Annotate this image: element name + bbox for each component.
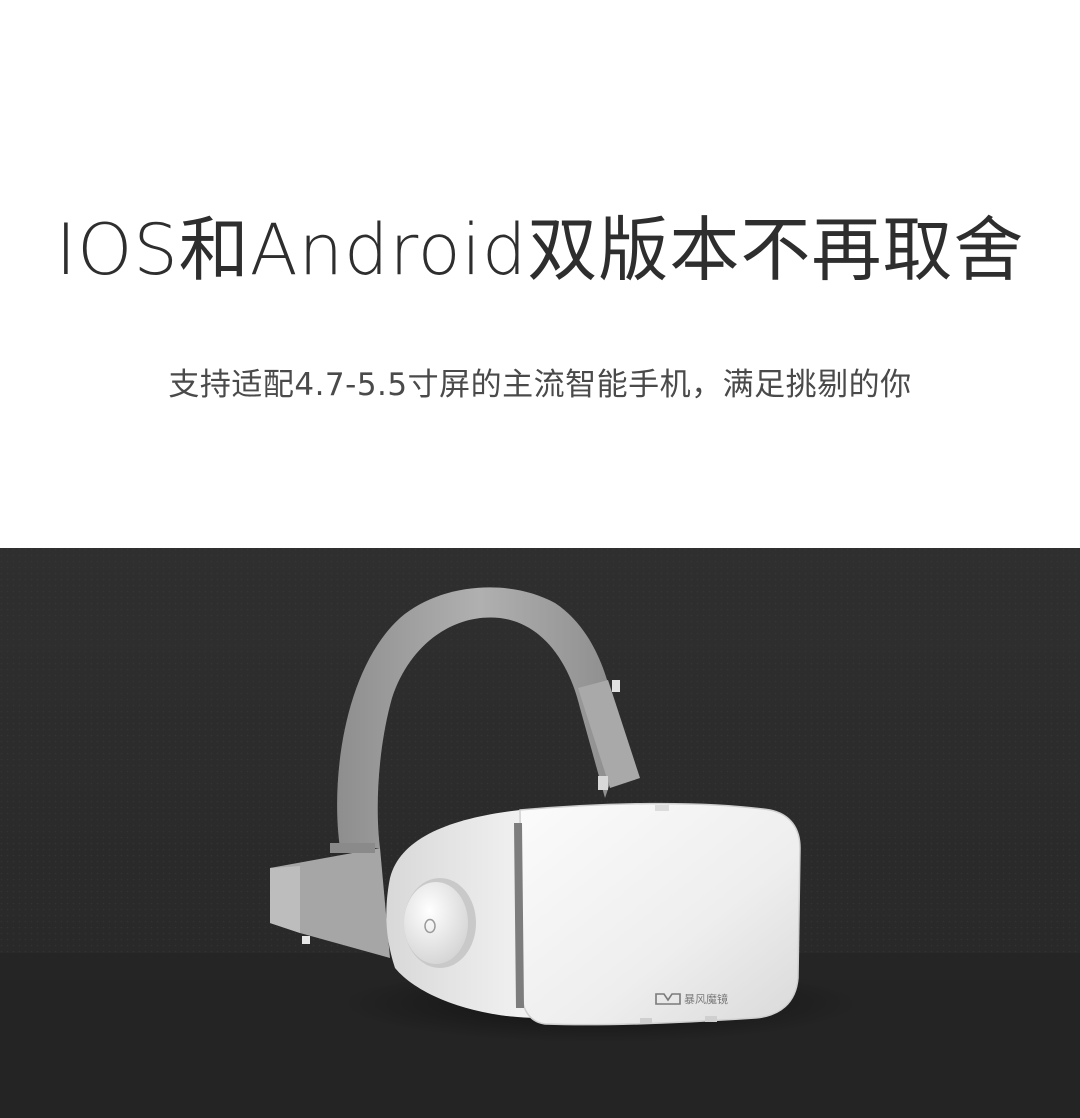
vr-headset-illustration: 暴风魔镜	[0, 548, 1080, 1118]
strap-clip-bottom	[598, 776, 608, 790]
subheadline: 支持适配4.7-5.5寸屏的主流智能手机，满足挑剔的你	[168, 367, 912, 403]
strap-adjuster	[330, 843, 375, 853]
side-strap-highlight	[270, 866, 300, 933]
bottom-button-left	[640, 1018, 652, 1024]
focus-knob	[404, 882, 468, 964]
headline: IOS和Android双版本不再取舍	[55, 208, 1025, 291]
product-photo: 暴风魔镜	[0, 548, 1080, 1118]
strap-clip-top	[612, 680, 620, 692]
hero-text-section: IOS和Android双版本不再取舍 支持适配4.7-5.5寸屏的主流智能手机，…	[0, 0, 1080, 548]
strap-clip-side	[302, 936, 310, 944]
headset-front-cover	[519, 802, 801, 1026]
bottom-button-right	[705, 1016, 717, 1022]
brand-logo-text: 暴风魔镜	[684, 992, 728, 1006]
top-button	[655, 805, 669, 811]
